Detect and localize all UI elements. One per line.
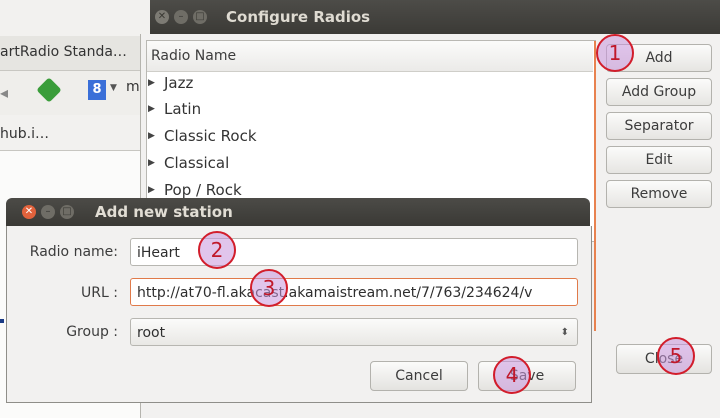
- edit-button[interactable]: Edit: [606, 146, 712, 174]
- search-input[interactable]: m: [126, 79, 140, 95]
- annotation-marker-4: 4: [493, 356, 531, 394]
- tree-item-label: Jazz: [164, 74, 194, 92]
- tree-item-label: Latin: [164, 100, 202, 118]
- chevron-up-down-icon: ⬍: [560, 327, 569, 338]
- column-header-label: Radio Name: [151, 48, 237, 64]
- close-icon[interactable]: ✕: [155, 10, 169, 24]
- minimize-icon[interactable]: –: [41, 205, 55, 219]
- column-header-radio-name[interactable]: Radio Name: [147, 41, 593, 72]
- dialog-title: Add new station: [95, 203, 233, 221]
- browser-tab-title[interactable]: artRadio Standa…: [0, 44, 127, 60]
- group-select-value: root: [137, 325, 166, 341]
- radio-name-label: Radio name:: [29, 244, 118, 260]
- bookmark-item[interactable]: hub.i…: [0, 126, 49, 142]
- annotation-marker-5: 5: [657, 337, 695, 375]
- separator-button[interactable]: Separator: [606, 112, 712, 140]
- remove-button[interactable]: Remove: [606, 180, 712, 208]
- tree-item-label: Pop / Rock: [164, 181, 242, 199]
- maximize-icon[interactable]: □: [193, 10, 207, 24]
- expander-arrow-icon[interactable]: ▶: [148, 104, 155, 114]
- expander-arrow-icon[interactable]: ▶: [148, 131, 155, 141]
- annotation-marker-2: 2: [198, 231, 236, 269]
- tree-item-label: Classical: [164, 154, 230, 172]
- expander-arrow-icon[interactable]: ▶: [148, 158, 155, 168]
- page-marker: [0, 319, 4, 323]
- group-label: Group :: [66, 324, 118, 340]
- expander-arrow-icon[interactable]: ▶: [148, 78, 155, 88]
- minimize-icon[interactable]: –: [174, 10, 188, 24]
- back-arrow-icon[interactable]: ◂: [0, 83, 8, 102]
- tree-item-label: Classic Rock: [164, 127, 257, 145]
- chevron-down-icon[interactable]: ▼: [110, 83, 117, 93]
- maximize-icon[interactable]: □: [60, 205, 74, 219]
- dialog-titlebar[interactable]: [6, 198, 590, 226]
- window-title: Configure Radios: [226, 8, 371, 26]
- focus-divider: [594, 41, 596, 331]
- cancel-button[interactable]: Cancel: [370, 361, 468, 391]
- annotation-marker-1: 1: [596, 34, 634, 72]
- add-group-button[interactable]: Add Group: [606, 78, 712, 106]
- close-icon[interactable]: ✕: [22, 205, 36, 219]
- expander-arrow-icon[interactable]: ▶: [148, 185, 155, 195]
- search-engine-icon[interactable]: 8: [88, 80, 106, 100]
- annotation-marker-3: 3: [250, 269, 288, 307]
- feedly-icon[interactable]: [36, 77, 62, 103]
- browser-toolbar: ◂ 8 ▼ m: [0, 71, 150, 115]
- url-label: URL :: [81, 285, 118, 301]
- group-select[interactable]: root ⬍: [130, 318, 578, 346]
- url-input[interactable]: http://at70-fl.akacast.akamaistream.net/…: [130, 278, 578, 306]
